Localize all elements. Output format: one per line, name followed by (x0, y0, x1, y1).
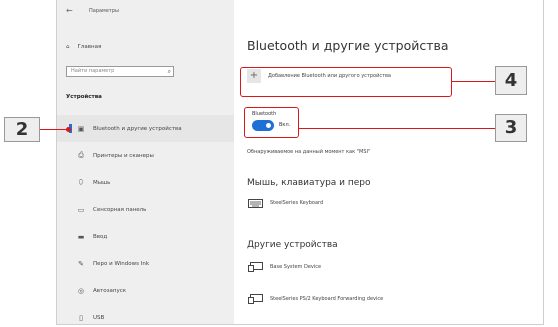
main-content: Bluetooth и другие устройства + Добавлен… (234, 0, 543, 324)
usb-icon: ▯ (79, 313, 83, 322)
sidebar-nav: ▣ Bluetooth и другие устройства ⎙ Принте… (57, 115, 234, 324)
other-devices-heading: Другие устройства (247, 240, 338, 250)
pen-icon: ✎ (78, 259, 84, 268)
settings-window: ← Параметры ⌂ Главная Найти параметр ⌕ У… (56, 0, 544, 325)
search-placeholder: Найти параметр (71, 68, 115, 74)
sidebar-item-mouse[interactable]: ⬯ Мышь (57, 169, 234, 196)
device-icon (248, 262, 263, 272)
window-title: Параметры (89, 8, 119, 14)
callout-3-box: 3 (495, 114, 527, 142)
callout-4-box: 4 (495, 66, 527, 95)
autoplay-icon: ◎ (77, 286, 85, 295)
page-title: Bluetooth и другие устройства (247, 38, 449, 53)
sidebar-item-label: Ввод (93, 233, 108, 240)
device-name: SteelSeries PS/2 Keyboard Forwarding dev… (270, 296, 384, 302)
sidebar-item-label: USB (93, 314, 105, 321)
sidebar-item-pen[interactable]: ✎ Перо и Windows Ink (57, 250, 234, 277)
search-icon[interactable]: ⌕ (168, 67, 171, 76)
printer-icon: ⎙ (78, 151, 84, 159)
section-label: Устройства (66, 94, 102, 100)
sidebar-item-printers[interactable]: ⎙ Принтеры и сканеры (57, 142, 234, 169)
search-input[interactable]: Найти параметр ⌕ (66, 66, 174, 77)
mouse-icon: ⬯ (78, 178, 84, 186)
sidebar-item-bluetooth[interactable]: ▣ Bluetooth и другие устройства (57, 115, 234, 142)
sidebar-item-label: Сенсорная панель (93, 206, 147, 213)
callout-4-line (452, 80, 495, 82)
sidebar-item-label: Перо и Windows Ink (93, 260, 150, 267)
sidebar-item-label: Принтеры и сканеры (93, 152, 154, 159)
bluetooth-toggle-highlight (244, 107, 299, 138)
device-icon (248, 294, 263, 304)
callout-3-line (299, 127, 495, 129)
add-device-highlight (240, 67, 452, 97)
sidebar-item-label: Автозапуск (93, 287, 127, 294)
sidebar-item-autoplay[interactable]: ◎ Автозапуск (57, 277, 234, 304)
home-label: Главная (77, 44, 102, 50)
touchpad-icon: ▭ (77, 205, 85, 214)
back-arrow-icon[interactable]: ← (66, 6, 73, 15)
sidebar-item-usb[interactable]: ▯ USB (57, 304, 234, 324)
sidebar: ← Параметры ⌂ Главная Найти параметр ⌕ У… (57, 0, 234, 324)
sidebar-item-touchpad[interactable]: ▭ Сенсорная панель (57, 196, 234, 223)
bluetooth-icon: ▣ (77, 124, 85, 133)
home-icon: ⌂ (66, 44, 70, 50)
device-row-ps2-keyboard[interactable]: SteelSeries PS/2 Keyboard Forwarding dev… (248, 294, 383, 304)
sidebar-item-typing[interactable]: ▬ Ввод (57, 223, 234, 250)
callout-2-box: 2 (4, 117, 40, 142)
discoverable-text: Обнаруживаемое на данный момент как "MSI… (247, 149, 371, 155)
mouse-keyboard-heading: Мышь, клавиатура и перо (247, 178, 371, 188)
sidebar-home[interactable]: ⌂ Главная (66, 44, 101, 50)
device-row-keyboard[interactable]: SteelSeries Keyboard (248, 198, 323, 208)
keyboard-icon (248, 198, 263, 208)
sidebar-item-label: Bluetooth и другие устройства (93, 125, 182, 132)
callout-2-line (40, 128, 67, 130)
device-name: SteelSeries Keyboard (270, 200, 324, 206)
sidebar-item-label: Мышь (93, 179, 111, 186)
keyboard-icon: ▬ (77, 232, 85, 241)
device-row-base-system[interactable]: Base System Device (248, 262, 321, 272)
callout-2-dot (66, 126, 71, 132)
device-name: Base System Device (270, 264, 322, 270)
